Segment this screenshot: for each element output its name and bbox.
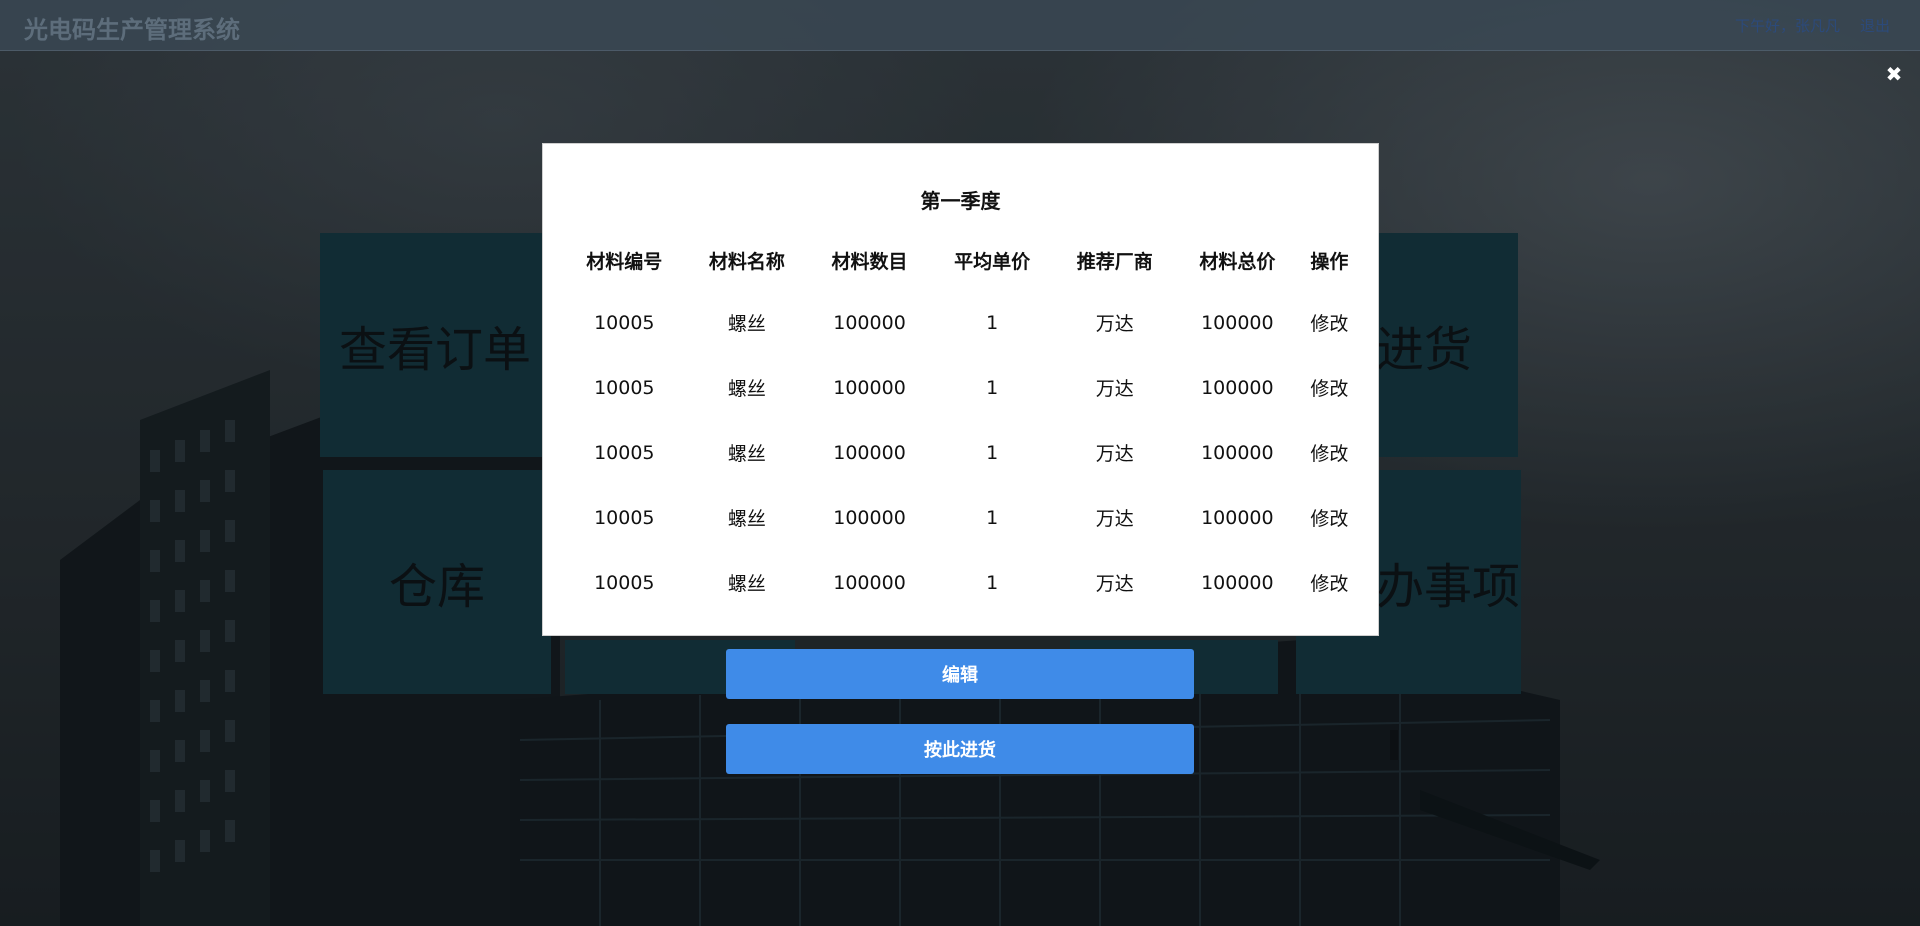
- table-row: 10005 螺丝 100000 1 万达 100000 修改: [563, 485, 1360, 550]
- material-quantity-cell: 100000: [833, 376, 906, 399]
- unit-price-cell: 1: [986, 441, 999, 464]
- table-row: 10005 螺丝 100000 1 万达 100000 修改: [563, 355, 1360, 420]
- column-header: 材料名称: [708, 250, 785, 273]
- material-id-cell: 10005: [594, 311, 655, 334]
- quarter-modal: 第一季度 材料编号 材料名称 材料数目 平均单价 推荐厂商 材料总价 操作 10…: [542, 143, 1379, 636]
- app-title: 光电码生产管理系统: [24, 16, 240, 44]
- total-price-cell: 100000: [1201, 311, 1274, 334]
- material-id-cell: 10005: [594, 441, 655, 464]
- top-header: 光电码生产管理系统 下午好，张凡凡 退出: [0, 0, 1920, 51]
- column-header: 平均单价: [954, 250, 1031, 273]
- total-price-cell: 100000: [1201, 571, 1274, 594]
- column-header: 材料总价: [1199, 250, 1276, 273]
- greeting-text: 下午好，张凡凡: [1734, 17, 1840, 35]
- table-header-row: 材料编号 材料名称 材料数目 平均单价 推荐厂商 材料总价 操作: [563, 230, 1360, 290]
- user-area: 下午好，张凡凡 退出: [1735, 15, 1890, 36]
- modify-link[interactable]: 修改: [1299, 355, 1360, 420]
- column-header: 材料数目: [831, 250, 908, 273]
- total-price-cell: 100000: [1201, 506, 1274, 529]
- logout-link[interactable]: 退出: [1860, 15, 1890, 36]
- modal-title: 第一季度: [920, 189, 1001, 213]
- close-icon[interactable]: ✖: [1884, 64, 1904, 84]
- vendor-cell: 万达: [1095, 313, 1134, 335]
- total-price-cell: 100000: [1201, 441, 1274, 464]
- material-id-cell: 10005: [594, 376, 655, 399]
- column-header: 推荐厂商: [1076, 250, 1153, 273]
- modify-link[interactable]: 修改: [1299, 420, 1360, 485]
- material-id-cell: 10005: [594, 571, 655, 594]
- stock-by-this-button[interactable]: 按此进货: [726, 724, 1194, 774]
- edit-button[interactable]: 编辑: [726, 649, 1194, 699]
- material-quantity-cell: 100000: [833, 506, 906, 529]
- column-header: 材料编号: [586, 250, 663, 273]
- table-row: 10005 螺丝 100000 1 万达 100000 修改: [563, 290, 1360, 355]
- table-row: 10005 螺丝 100000 1 万达 100000 修改: [563, 420, 1360, 485]
- unit-price-cell: 1: [986, 311, 999, 334]
- total-price-cell: 100000: [1201, 376, 1274, 399]
- modify-link[interactable]: 修改: [1299, 485, 1360, 550]
- material-quantity-cell: 100000: [833, 571, 906, 594]
- material-name-cell: 螺丝: [727, 313, 766, 335]
- vendor-cell: 万达: [1095, 378, 1134, 400]
- material-name-cell: 螺丝: [727, 443, 766, 465]
- material-name-cell: 螺丝: [727, 573, 766, 595]
- table-row: 10005 螺丝 100000 1 万达 100000 修改: [563, 550, 1360, 615]
- material-id-cell: 10005: [594, 506, 655, 529]
- vendor-cell: 万达: [1095, 443, 1134, 465]
- unit-price-cell: 1: [986, 506, 999, 529]
- modify-link[interactable]: 修改: [1299, 290, 1360, 355]
- unit-price-cell: 1: [986, 571, 999, 594]
- material-name-cell: 螺丝: [727, 508, 766, 530]
- unit-price-cell: 1: [986, 376, 999, 399]
- vendor-cell: 万达: [1095, 573, 1134, 595]
- material-quantity-cell: 100000: [833, 441, 906, 464]
- modify-link[interactable]: 修改: [1299, 550, 1360, 615]
- column-header: 操作: [1310, 250, 1349, 273]
- vendor-cell: 万达: [1095, 508, 1134, 530]
- materials-table: 材料编号 材料名称 材料数目 平均单价 推荐厂商 材料总价 操作 10005 螺…: [563, 230, 1360, 615]
- material-name-cell: 螺丝: [727, 378, 766, 400]
- material-quantity-cell: 100000: [833, 311, 906, 334]
